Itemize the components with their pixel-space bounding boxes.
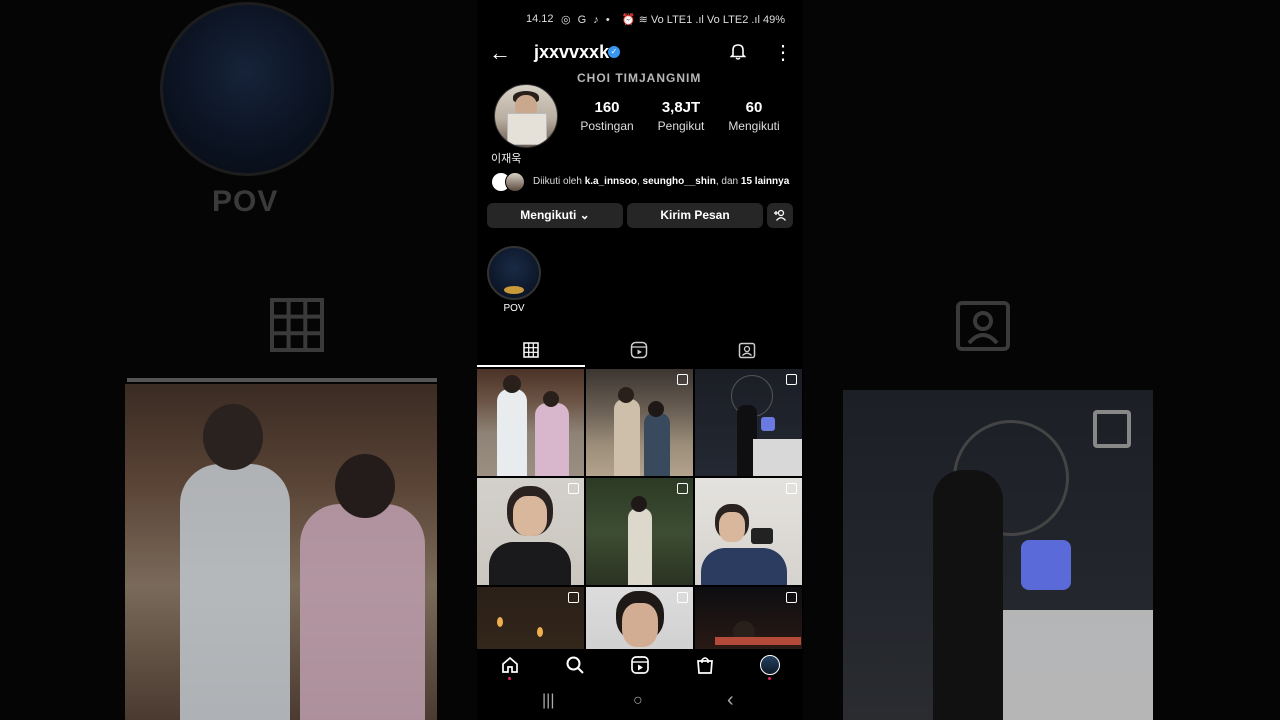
nav-shop[interactable]: [692, 655, 718, 681]
tab-reels[interactable]: [585, 335, 693, 365]
followed-by-text: Diikuti oleh k.a_innsoo, seungho__shin, …: [533, 176, 790, 187]
status-time: 14.12: [526, 13, 554, 25]
post-thumbnail[interactable]: [477, 587, 584, 649]
tab-tagged[interactable]: [693, 335, 801, 365]
profile-stamp-text: CHOI TIMJANGNIM: [577, 71, 702, 85]
search-icon: [566, 656, 584, 674]
add-user-button[interactable]: [767, 203, 793, 228]
post-thumbnail[interactable]: [586, 478, 693, 585]
profile-bio-name: 이재욱: [491, 153, 522, 165]
nav-home-dot: [508, 677, 511, 680]
post-thumbnail[interactable]: [586, 369, 693, 476]
recents-button[interactable]: |||: [542, 692, 554, 710]
status-notification-icons: ◎ G ♪ •: [561, 14, 612, 26]
profile-avatar-icon: [760, 655, 780, 675]
nav-profile-dot: [768, 677, 771, 680]
person-plus-icon: [774, 209, 787, 221]
blurred-highlight-label: POV: [212, 185, 279, 218]
bell-icon[interactable]: [729, 42, 747, 60]
phone-screen: 14.12 ◎ G ♪ • ⏰ ≋ Vo LTE1 .ıl Vo LTE2 .ı…: [477, 0, 803, 720]
follower-avatar: [505, 172, 525, 192]
post-thumbnail[interactable]: [477, 369, 584, 476]
grid-icon: [523, 342, 539, 358]
tab-grid[interactable]: [477, 335, 585, 367]
blurred-photo-right: [843, 390, 1153, 720]
status-bar: 14.12 ◎ G ♪ • ⏰ ≋ Vo LTE1 .ıl Vo LTE2 .ı…: [477, 12, 803, 28]
highlight-pov[interactable]: [487, 246, 541, 300]
profile-header: ← jxxvvxxk ✓ ⋮: [477, 36, 803, 70]
background-left: POV: [0, 0, 477, 720]
highlight-label: POV: [503, 303, 525, 314]
post-thumbnail[interactable]: [586, 587, 693, 649]
post-thumbnail[interactable]: [695, 369, 802, 476]
stat-following-value: 60: [745, 99, 763, 116]
blurred-highlight: [160, 2, 334, 176]
following-button[interactable]: Mengikuti ⌄: [487, 203, 623, 228]
reels-icon: [630, 341, 648, 359]
more-vertical-icon[interactable]: ⋮: [773, 40, 793, 65]
stat-followers-value: 3,8JT: [661, 99, 701, 116]
home-icon: [502, 656, 518, 673]
stat-posts-value: 160: [594, 99, 620, 116]
tagged-icon: [738, 342, 756, 359]
back-button[interactable]: ‹: [727, 689, 734, 712]
reels-icon: [631, 656, 649, 674]
system-navigation: ||| ○ ‹: [477, 688, 803, 720]
profile-username: jxxvvxxk: [534, 42, 610, 62]
stat-posts-label: Postingan: [580, 119, 634, 133]
nav-reels[interactable]: [627, 655, 653, 681]
stat-following[interactable]: 60 Mengikuti: [723, 99, 785, 133]
arrow-left-icon[interactable]: ←: [489, 40, 511, 66]
post-thumbnail[interactable]: [477, 478, 584, 585]
nav-search[interactable]: [562, 655, 588, 681]
post-thumbnail[interactable]: [695, 478, 802, 585]
followed-by-row[interactable]: Diikuti oleh k.a_innsoo, seungho__shin, …: [491, 172, 801, 192]
stat-following-label: Mengikuti: [728, 119, 780, 133]
verified-badge-icon: ✓: [608, 46, 620, 58]
profile-tabs: [477, 335, 803, 367]
status-system-icons: ⏰ ≋ Vo LTE1 .ıl Vo LTE2 .ıl 49%: [621, 14, 785, 26]
stat-followers-label: Pengikut: [657, 119, 705, 133]
stat-followers[interactable]: 3,8JT Pengikut: [652, 99, 710, 133]
blurred-photo-left: [125, 384, 437, 720]
stat-posts[interactable]: 160 Postingan: [577, 99, 637, 133]
home-button[interactable]: ○: [633, 692, 643, 710]
blurred-tagged-icon: [956, 301, 1010, 351]
bottom-navigation: [477, 649, 803, 687]
profile-avatar[interactable]: [494, 84, 558, 148]
background-right: [803, 0, 1280, 720]
blurred-grid-icon: [270, 298, 324, 352]
message-button[interactable]: Kirim Pesan: [627, 203, 763, 228]
shop-bag-icon: [697, 657, 713, 674]
post-thumbnail[interactable]: [695, 587, 802, 649]
posts-grid: [477, 369, 803, 649]
